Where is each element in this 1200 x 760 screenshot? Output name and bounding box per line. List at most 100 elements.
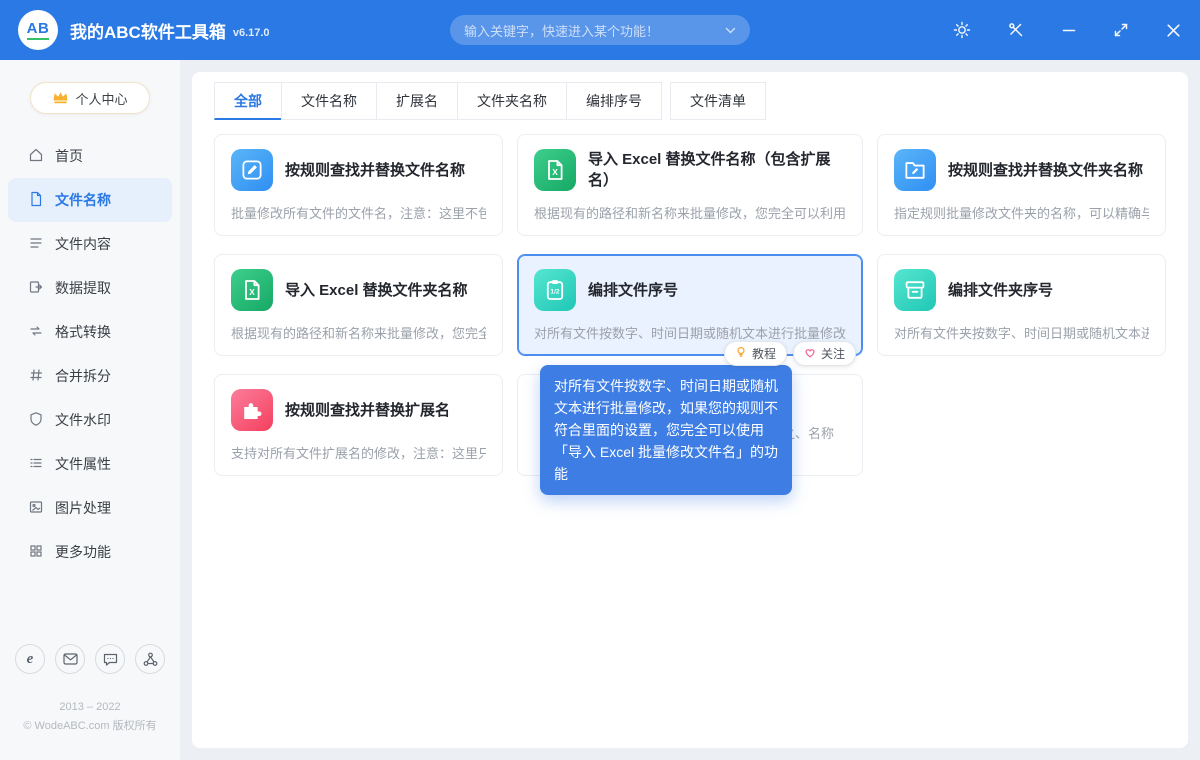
card-rename-extension[interactable]: 按规则查找并替换扩展名 支持对所有文件扩展名的修改，注意：这里只是修改 xyxy=(214,374,503,476)
card-title: 按规则查找并替换扩展名 xyxy=(285,401,451,419)
personal-center-button[interactable]: 个人中心 xyxy=(30,82,150,114)
feature-tooltip: 对所有文件按数字、时间日期或随机文本进行批量修改，如果您的规则不符合里面的设置，… xyxy=(540,365,792,495)
sidebar-item-label: 文件名称 xyxy=(55,192,111,208)
app-title: 我的ABC软件工具箱 xyxy=(70,22,226,42)
sidebar-item-file-attributes[interactable]: 文件属性 xyxy=(8,442,172,486)
sidebar: 个人中心 首页 文件名称 文件内容 数据提取 格式转换 合并拆分 文件水印 文件… xyxy=(0,60,180,760)
tab-label: 编排序号 xyxy=(586,93,642,109)
sidebar-item-home[interactable]: 首页 xyxy=(8,134,172,178)
sidebar-nav: 首页 文件名称 文件内容 数据提取 格式转换 合并拆分 文件水印 文件属性 图片… xyxy=(0,134,180,574)
card-head: X 导入 Excel 替换文件夹名称 xyxy=(231,269,486,311)
sidebar-item-watermark[interactable]: 文件水印 xyxy=(8,398,172,442)
card-title: 导入 Excel 替换文件夹名称 xyxy=(285,281,468,299)
resize-icon[interactable] xyxy=(1113,22,1129,38)
sidebar-item-label: 图片处理 xyxy=(55,500,111,516)
card-description: 根据现有的路径和新名称来批量修改，您完全可以利用 xyxy=(533,206,846,221)
svg-text:X: X xyxy=(249,287,255,297)
crown-icon xyxy=(52,90,69,107)
browser-icon[interactable]: e xyxy=(15,644,45,674)
tab-extension[interactable]: 扩展名 xyxy=(376,82,458,120)
svg-text:1/2: 1/2 xyxy=(550,289,559,296)
home-icon xyxy=(28,147,44,166)
lines-icon xyxy=(28,235,44,254)
sidebar-item-label: 数据提取 xyxy=(55,280,111,296)
card-title: 按规则查找并替换文件夹名称 xyxy=(948,161,1144,179)
puzzle-icon xyxy=(231,389,273,431)
tab-bar: 全部 文件名称 扩展名 文件夹名称 编排序号 文件清单 xyxy=(192,72,1188,120)
content-panel: 全部 文件名称 扩展名 文件夹名称 编排序号 文件清单 按规则查找并替换文件名称… xyxy=(192,72,1188,748)
tools-icon[interactable] xyxy=(1007,21,1025,39)
convert-icon xyxy=(28,323,44,342)
lightbulb-icon xyxy=(735,346,747,361)
sidebar-item-file-name[interactable]: 文件名称 xyxy=(8,178,172,222)
tutorial-label: 教程 xyxy=(751,347,776,361)
close-icon[interactable] xyxy=(1165,22,1182,39)
tab-folder-name[interactable]: 文件夹名称 xyxy=(457,82,567,120)
tab-label: 扩展名 xyxy=(396,93,438,109)
sidebar-item-label: 文件属性 xyxy=(55,456,111,472)
tab-file-name[interactable]: 文件名称 xyxy=(281,82,377,120)
card-head: 按规则查找并替换扩展名 xyxy=(231,389,486,431)
shield-icon xyxy=(28,411,44,430)
follow-button[interactable]: 关注 xyxy=(792,341,856,366)
card-head: 编排文件夹序号 xyxy=(894,269,1149,311)
sidebar-item-more[interactable]: 更多功能 xyxy=(8,530,172,574)
sidebar-item-data-extract[interactable]: 数据提取 xyxy=(8,266,172,310)
card-excel-rename-file[interactable]: X 导入 Excel 替换文件名称（包含扩展名） 根据现有的路径和新名称来批量修… xyxy=(516,134,863,236)
card-title: 编排文件序号 xyxy=(587,281,678,299)
card-description: 批量修改所有文件的文件名，注意：这里不包含扩展名 xyxy=(231,206,486,221)
tab-label: 文件清单 xyxy=(690,93,746,109)
heart-icon xyxy=(804,347,816,361)
card-sequence-file[interactable]: 1/2 编排文件序号 对所有文件按数字、时间日期或随机文本进行批量修改 教程 关… xyxy=(516,254,863,366)
extract-icon xyxy=(28,279,44,298)
card-actions: 教程 关注 xyxy=(723,341,856,366)
sidebar-item-image-processing[interactable]: 图片处理 xyxy=(8,486,172,530)
sidebar-item-merge-split[interactable]: 合并拆分 xyxy=(8,354,172,398)
tab-file-list[interactable]: 文件清单 xyxy=(670,82,766,120)
card-title: 导入 Excel 替换文件名称（包含扩展名） xyxy=(587,151,831,189)
personal-center-label: 个人中心 xyxy=(75,91,128,107)
card-head: X 导入 Excel 替换文件名称（包含扩展名） xyxy=(533,149,846,191)
tab-all[interactable]: 全部 xyxy=(214,82,282,120)
file-icon xyxy=(28,191,44,210)
footer-copyright: © WodeABC.com 版权所有 xyxy=(23,720,157,732)
sidebar-item-label: 文件水印 xyxy=(55,412,111,428)
tab-label: 文件名称 xyxy=(301,93,357,109)
sidebar-item-label: 文件内容 xyxy=(55,236,111,252)
card-description: 对所有文件夹按数字、时间日期或随机文本进行批量修改 xyxy=(894,326,1149,341)
card-rename-file[interactable]: 按规则查找并替换文件名称 批量修改所有文件的文件名，注意：这里不包含扩展名 xyxy=(214,134,503,236)
share-icon[interactable] xyxy=(135,644,165,674)
list-icon xyxy=(28,455,44,474)
archive-icon xyxy=(894,269,936,311)
card-description: 指定规则批量修改文件夹的名称，可以精确与模糊替换 xyxy=(894,206,1149,221)
card-description: 支持对所有文件扩展名的修改，注意：这里只是修改 xyxy=(231,446,486,461)
mail-icon[interactable] xyxy=(55,644,85,674)
quick-search-placeholder: 输入关键字，快速进入某个功能！ xyxy=(464,23,660,39)
sidebar-item-format-convert[interactable]: 格式转换 xyxy=(8,310,172,354)
card-rename-folder[interactable]: 按规则查找并替换文件夹名称 指定规则批量修改文件夹的名称，可以精确与模糊替换 xyxy=(877,134,1166,236)
titlebar: AB 我的ABC软件工具箱 v6.17.0 输入关键字，快速进入某个功能！ xyxy=(0,0,1200,60)
edit-file-icon xyxy=(231,149,273,191)
quick-search-input[interactable]: 输入关键字，快速进入某个功能！ xyxy=(450,15,750,45)
window-controls xyxy=(953,21,1182,39)
card-title: 编排文件夹序号 xyxy=(948,281,1054,299)
chat-icon[interactable] xyxy=(95,644,125,674)
sidebar-item-file-content[interactable]: 文件内容 xyxy=(8,222,172,266)
app-version: v6.17.0 xyxy=(232,26,270,39)
card-excel-rename-folder[interactable]: X 导入 Excel 替换文件夹名称 根据现有的路径和新名称来批量修改，您完全可… xyxy=(214,254,503,356)
tutorial-button[interactable]: 教程 xyxy=(723,341,787,366)
card-head: 1/2 编排文件序号 xyxy=(533,269,846,311)
card-head: 按规则查找并替换文件名称 xyxy=(231,149,486,191)
tab-label: 文件夹名称 xyxy=(477,93,547,109)
card-description: 根据现有的路径和新名称来批量修改，您完全可以利用 xyxy=(231,326,486,341)
card-title: 按规则查找并替换文件名称 xyxy=(285,161,466,179)
minimize-icon[interactable] xyxy=(1061,22,1077,38)
card-description: 对所有文件按数字、时间日期或随机文本进行批量修改 xyxy=(533,326,846,341)
chevron-down-icon xyxy=(725,21,736,39)
settings-gear-icon[interactable] xyxy=(953,21,971,39)
footer-years: 2013 – 2022 xyxy=(59,701,121,713)
card-sequence-folder[interactable]: 编排文件夹序号 对所有文件夹按数字、时间日期或随机文本进行批量修改 xyxy=(877,254,1166,356)
sidebar-item-label: 合并拆分 xyxy=(55,368,111,384)
tab-sequence[interactable]: 编排序号 xyxy=(566,82,662,120)
image-icon xyxy=(28,499,44,518)
